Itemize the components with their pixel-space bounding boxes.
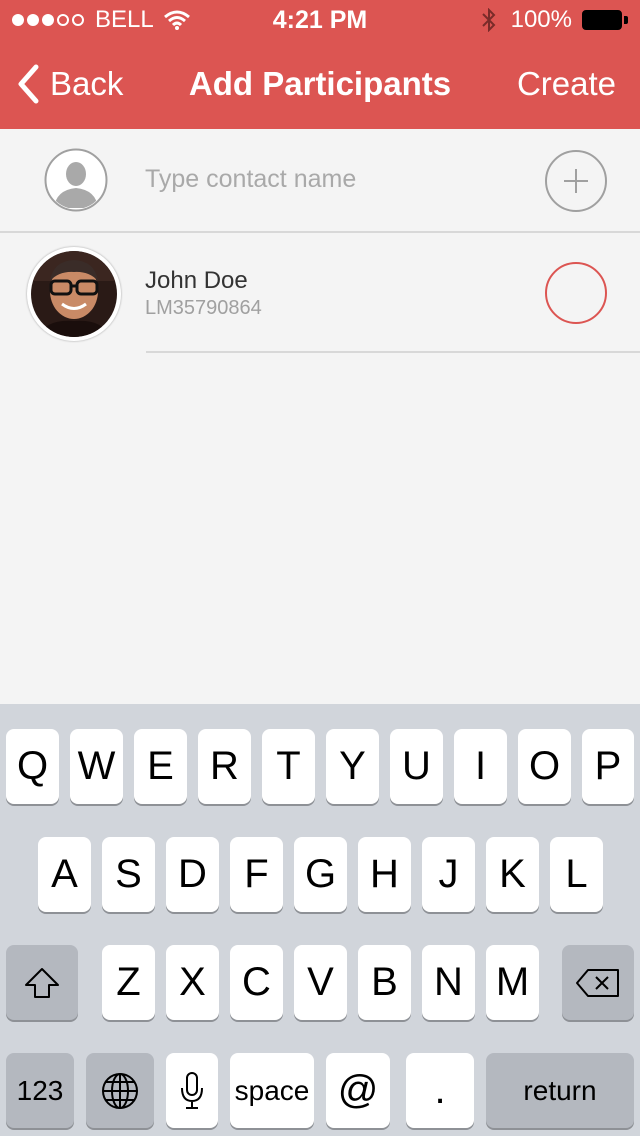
dot-key[interactable]: . — [406, 1053, 474, 1128]
contact-search-row — [0, 129, 640, 233]
microphone-icon — [181, 1071, 203, 1109]
nav-bar: Back Add Participants Create — [0, 40, 640, 129]
key-y[interactable]: Y — [326, 729, 379, 804]
key-l[interactable]: L — [550, 837, 603, 912]
avatar — [27, 247, 121, 341]
key-e[interactable]: E — [134, 729, 187, 804]
key-k[interactable]: K — [486, 837, 539, 912]
bluetooth-icon — [481, 8, 496, 32]
key-c[interactable]: C — [230, 945, 283, 1020]
key-a[interactable]: A — [38, 837, 91, 912]
key-h[interactable]: H — [358, 837, 411, 912]
contact-name: John Doe — [145, 267, 248, 294]
chevron-left-icon — [18, 64, 39, 104]
at-key[interactable]: @ — [326, 1053, 390, 1128]
key-r[interactable]: R — [198, 729, 251, 804]
key-j[interactable]: J — [422, 837, 475, 912]
add-contact-button[interactable] — [545, 150, 607, 212]
key-v[interactable]: V — [294, 945, 347, 1020]
key-i[interactable]: I — [454, 729, 507, 804]
space-key[interactable]: space — [230, 1053, 314, 1128]
key-t[interactable]: T — [262, 729, 315, 804]
shift-icon — [25, 967, 59, 998]
key-w[interactable]: W — [70, 729, 123, 804]
globe-icon — [102, 1072, 138, 1109]
select-contact-toggle[interactable] — [545, 262, 607, 324]
key-n[interactable]: N — [422, 945, 475, 1020]
return-key[interactable]: return — [486, 1053, 634, 1128]
battery-percent: 100% — [510, 6, 572, 33]
back-label: Back — [50, 65, 124, 102]
shift-key[interactable] — [6, 945, 78, 1020]
contact-photo — [31, 251, 117, 337]
contact-id: LM35790864 — [145, 297, 262, 319]
key-s[interactable]: S — [102, 837, 155, 912]
delete-key[interactable] — [562, 945, 634, 1020]
key-d[interactable]: D — [166, 837, 219, 912]
status-right: 100% — [481, 6, 628, 34]
status-bar: BELL 4:21 PM 100% — [0, 0, 640, 40]
backspace-icon — [576, 968, 619, 997]
person-placeholder-icon — [44, 148, 108, 212]
create-button[interactable]: Create — [517, 64, 616, 104]
dictation-key[interactable] — [166, 1053, 218, 1128]
key-q[interactable]: Q — [6, 729, 59, 804]
key-x[interactable]: X — [166, 945, 219, 1020]
key-g[interactable]: G — [294, 837, 347, 912]
key-b[interactable]: B — [358, 945, 411, 1020]
key-z[interactable]: Z — [102, 945, 155, 1020]
contact-list-item[interactable]: John Doe LM35790864 — [0, 233, 640, 353]
globe-key[interactable] — [86, 1053, 154, 1128]
back-button[interactable]: Back — [16, 64, 123, 104]
numbers-key[interactable]: 123 — [6, 1053, 74, 1128]
key-f[interactable]: F — [230, 837, 283, 912]
battery-icon — [582, 10, 628, 30]
contact-name-input[interactable] — [145, 159, 525, 199]
key-u[interactable]: U — [390, 729, 443, 804]
key-o[interactable]: O — [518, 729, 571, 804]
header: BELL 4:21 PM 100% Back Add Participants … — [0, 0, 640, 129]
keyboard: Q W E R T Y U I O P A S D F G H J K L Z … — [0, 704, 640, 1136]
key-m[interactable]: M — [486, 945, 539, 1020]
key-p[interactable]: P — [582, 729, 634, 804]
divider — [146, 351, 640, 353]
